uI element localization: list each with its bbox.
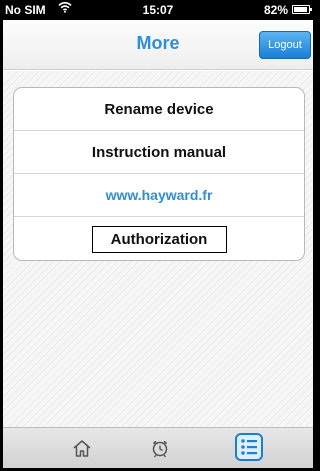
website-link[interactable]: www.hayward.fr (14, 174, 304, 217)
battery-icon (292, 5, 312, 14)
more-menu-list: Rename device Instruction manual www.hay… (13, 87, 305, 261)
alarm-clock-icon[interactable] (145, 433, 175, 463)
device-frame: No SIM 15:07 82% More Logout Rename devi… (0, 0, 316, 471)
navigation-bar: More Logout (3, 20, 313, 70)
logout-button[interactable]: Logout (259, 31, 311, 59)
instruction-manual-item[interactable]: Instruction manual (14, 131, 304, 174)
app-screen: More Logout Rename device Instruction ma… (3, 20, 313, 468)
home-icon[interactable] (67, 433, 97, 463)
tab-bar (3, 427, 313, 468)
battery-percent: 82% (263, 3, 288, 17)
list-icon[interactable] (233, 430, 265, 464)
authorization-item[interactable]: Authorization (14, 217, 304, 260)
authorization-button[interactable]: Authorization (91, 225, 227, 253)
rename-device-item[interactable]: Rename device (14, 88, 304, 131)
status-bar: No SIM 15:07 82% (0, 0, 316, 20)
content-area: Rename device Instruction manual www.hay… (3, 71, 313, 427)
